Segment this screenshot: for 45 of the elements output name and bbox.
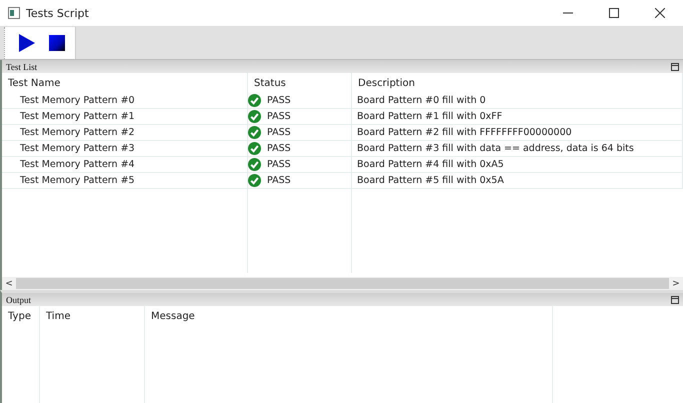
table-cell: Test Memory Pattern #4 (2, 157, 248, 173)
column-header[interactable]: Time (40, 306, 144, 326)
scroll-right-button[interactable]: > (669, 278, 683, 288)
close-icon (655, 8, 665, 18)
column-header[interactable]: Type (2, 306, 39, 326)
panel-title: Output (6, 294, 32, 304)
table-cell: Test Memory Pattern #3 (2, 141, 248, 157)
table-cell: Board Pattern #4 fill with 0xA5 (352, 157, 683, 173)
column-header[interactable]: Description (352, 73, 683, 93)
horizontal-scrollbar[interactable]: < > (2, 277, 683, 290)
table-cell: Board Pattern #2 fill with FFFFFFFF00000000 (352, 125, 683, 141)
window-title: Tests Script (26, 6, 90, 20)
check-icon (248, 126, 261, 139)
scroll-left-button[interactable]: < (2, 278, 16, 288)
panel-title: Test List (6, 62, 38, 72)
table-cell: Test Memory Pattern #5 (2, 173, 248, 189)
check-icon (248, 142, 261, 155)
check-icon (248, 94, 261, 107)
column-header[interactable]: Status (248, 73, 352, 93)
status-text: PASS (267, 159, 291, 170)
app-icon (8, 7, 20, 19)
status-text: PASS (267, 95, 291, 106)
run-button[interactable] (17, 32, 37, 54)
status-text: PASS (267, 111, 291, 122)
status-text: PASS (267, 127, 291, 138)
table-cell: Test Memory Pattern #0 (2, 93, 248, 109)
status-text: PASS (267, 175, 291, 186)
column-header[interactable]: Message (145, 306, 552, 326)
check-icon (248, 174, 261, 187)
table-cell: Test Memory Pattern #2 (2, 125, 248, 141)
stop-button[interactable] (47, 33, 67, 53)
play-icon (19, 34, 35, 52)
restore-icon[interactable] (671, 62, 679, 70)
check-icon (248, 110, 261, 123)
table-cell: Board Pattern #3 fill with data == address, data is 64 bits (352, 141, 683, 157)
check-icon (248, 158, 261, 171)
stop-icon (49, 35, 65, 51)
table-cell: Test Memory Pattern #1 (2, 109, 248, 125)
maximize-icon (609, 8, 619, 18)
status-text: PASS (267, 143, 291, 154)
restore-icon[interactable] (671, 296, 679, 304)
table-cell: Board Pattern #0 fill with 0 (352, 93, 683, 109)
table-cell: Board Pattern #5 fill with 0x5A (352, 173, 683, 189)
table-cell: Board Pattern #1 fill with 0xFF (352, 109, 683, 125)
column-header[interactable]: Test Name (2, 73, 248, 93)
